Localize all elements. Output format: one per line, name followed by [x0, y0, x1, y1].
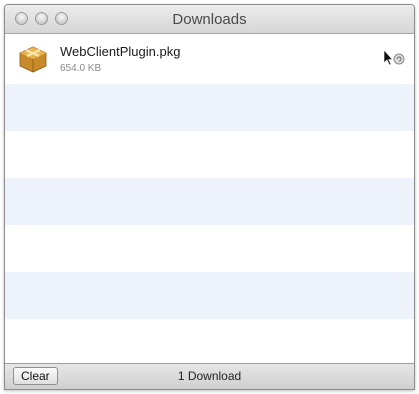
- package-icon: [19, 46, 47, 73]
- download-item[interactable]: WebClientPlugin.pkg 654.0 KB: [5, 34, 414, 84]
- downloads-window: Downloads WebClientPlugin.pkg 654.0 KB C…: [4, 4, 415, 390]
- empty-row: [5, 225, 414, 272]
- downloads-list: WebClientPlugin.pkg 654.0 KB: [5, 34, 414, 364]
- empty-row: [5, 272, 414, 319]
- bottom-bar: Clear 1 Download: [5, 363, 414, 389]
- empty-row: [5, 131, 414, 178]
- reveal-in-finder-icon[interactable]: [382, 48, 406, 68]
- empty-row: [5, 84, 414, 131]
- empty-row: [5, 178, 414, 225]
- window-title: Downloads: [172, 11, 247, 28]
- download-size: 654.0 KB: [60, 63, 102, 74]
- download-filename: WebClientPlugin.pkg: [60, 44, 181, 59]
- download-count-status: 1 Download: [177, 369, 242, 383]
- empty-row: [5, 319, 414, 366]
- title-bar[interactable]: Downloads: [5, 5, 414, 34]
